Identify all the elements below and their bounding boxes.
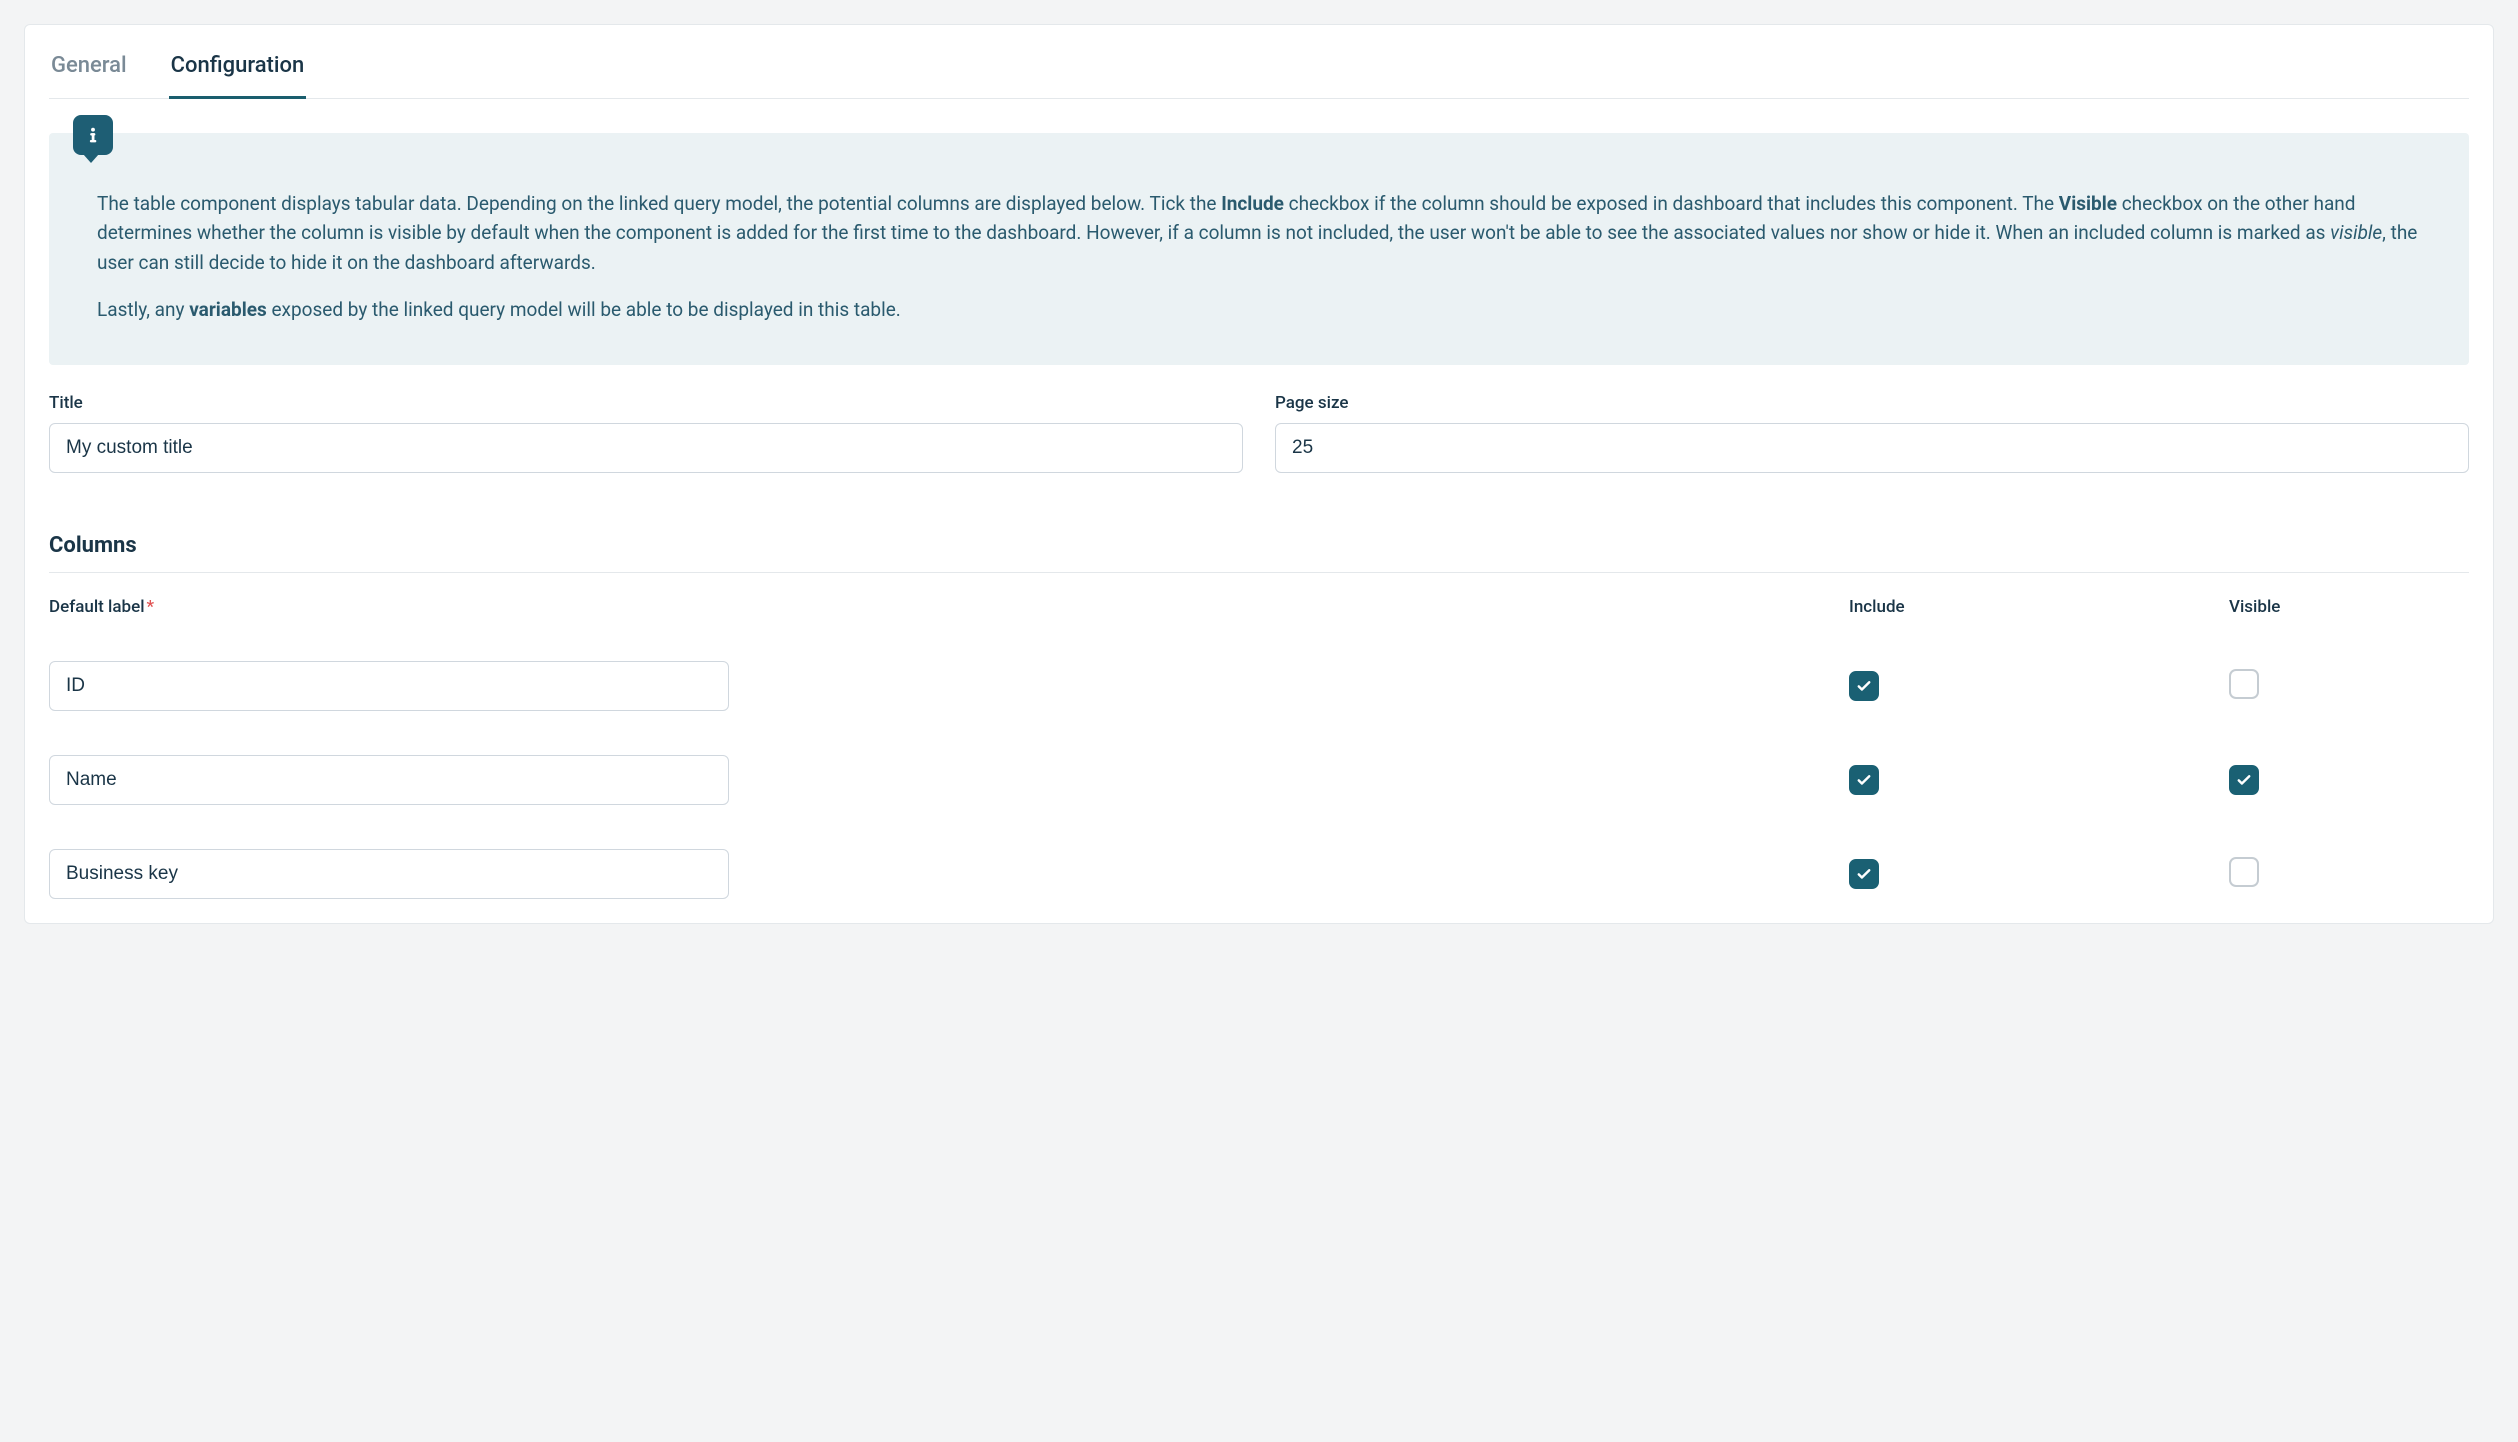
tab-general[interactable]: General [49,53,129,98]
tab-configuration[interactable]: Configuration [169,53,307,99]
visible-checkbox[interactable] [2229,765,2259,795]
table-row [49,661,1829,711]
info-callout: The table component displays tabular dat… [49,133,2469,365]
table-row [49,755,1829,805]
required-asterisk: * [147,597,155,617]
visible-checkbox[interactable] [2229,669,2259,699]
pagesize-field-wrap: Page size [1275,393,2469,473]
title-field-wrap: Title [49,393,1243,473]
columns-header-label: Default label* [49,597,1829,617]
include-checkbox[interactable] [1849,671,1879,701]
title-input[interactable] [49,423,1243,473]
form-row: Title Page size [49,393,2469,473]
columns-grid: Default label* Include Visible [49,597,2469,899]
info-paragraph-2: Lastly, any variables exposed by the lin… [97,295,2421,324]
column-label-input[interactable] [49,849,729,899]
info-paragraph-1: The table component displays tabular dat… [97,189,2421,277]
columns-header-visible: Visible [2229,597,2469,617]
info-icon [73,115,113,155]
column-label-input[interactable] [49,755,729,805]
visible-checkbox[interactable] [2229,857,2259,887]
config-panel: General Configuration The table componen… [24,24,2494,924]
columns-header-include: Include [1849,597,2209,617]
include-checkbox[interactable] [1849,765,1879,795]
include-checkbox[interactable] [1849,859,1879,889]
info-text: The table component displays tabular dat… [49,133,2469,365]
title-label: Title [49,393,1243,413]
tab-bar: General Configuration [49,25,2469,99]
table-row [49,849,1829,899]
columns-divider [49,572,2469,573]
pagesize-label: Page size [1275,393,2469,413]
pagesize-input[interactable] [1275,423,2469,473]
page-root: General Configuration The table componen… [0,0,2518,948]
column-label-input[interactable] [49,661,729,711]
columns-section-title: Columns [49,533,2469,558]
